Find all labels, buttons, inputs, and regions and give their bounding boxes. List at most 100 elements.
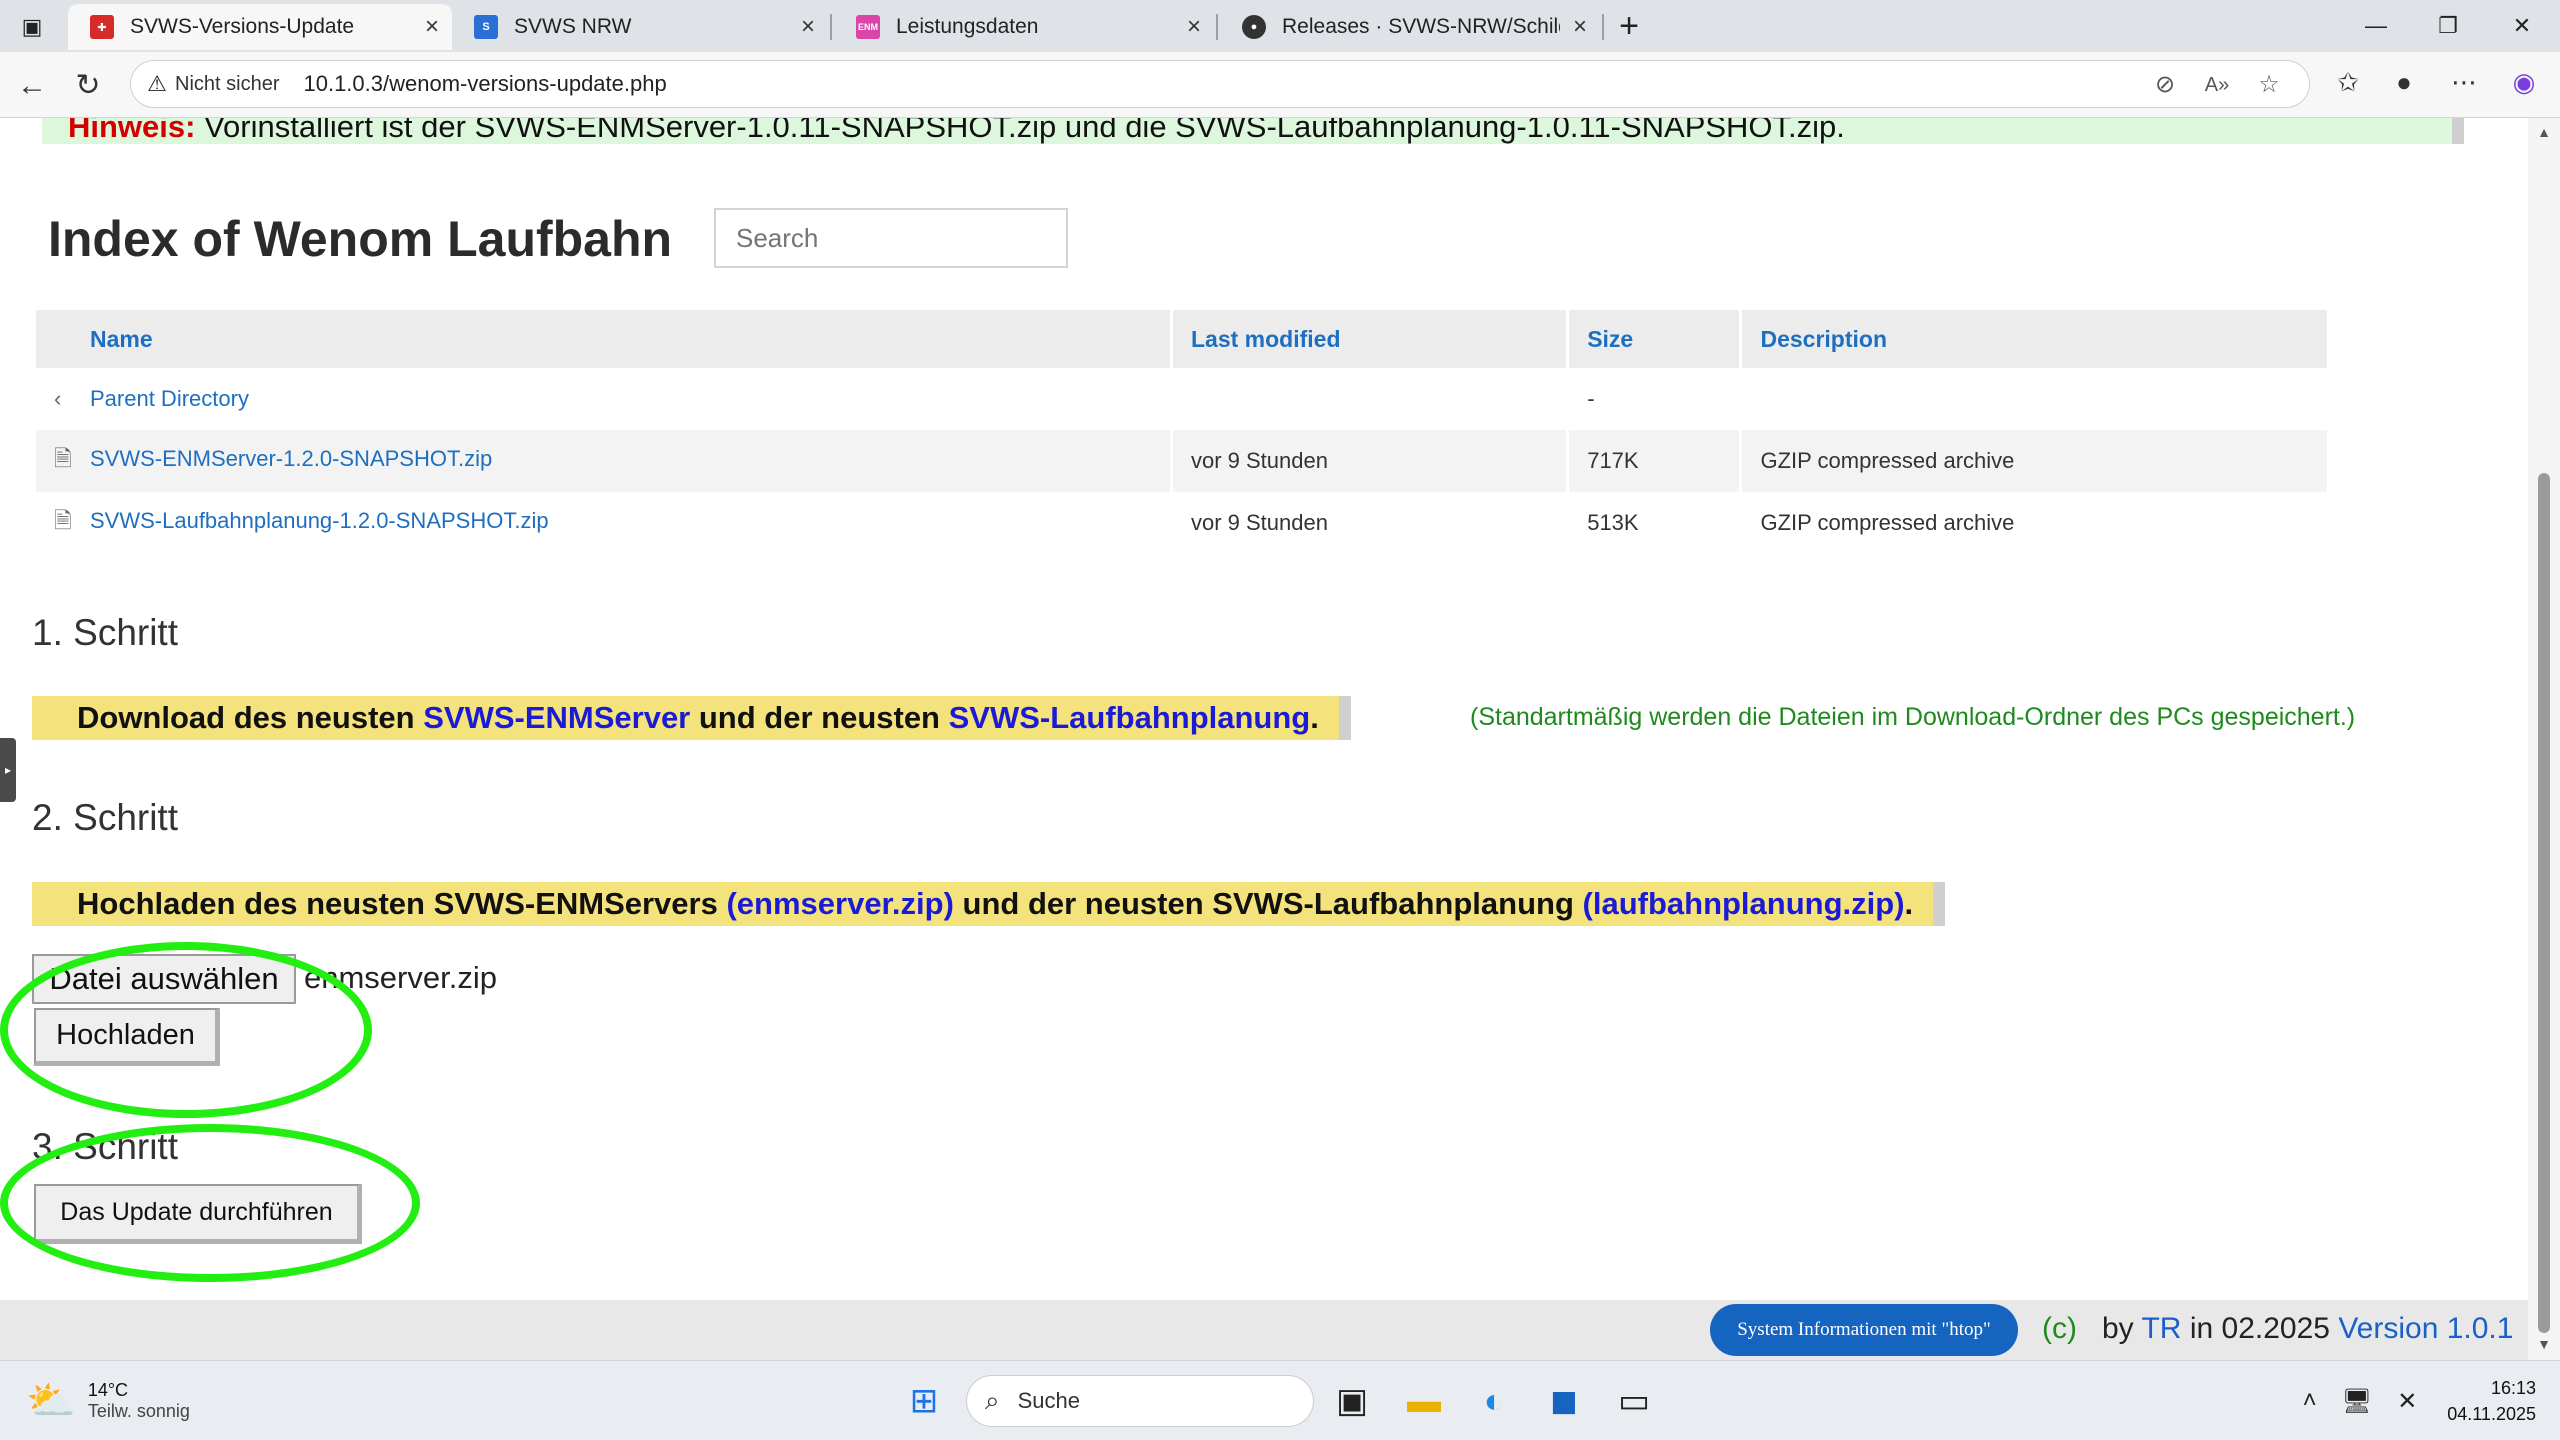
side-panel-toggle-icon[interactable]: ▸ [0, 738, 16, 802]
partly-sunny-icon: ⛅ [26, 1379, 76, 1423]
edge-browser-icon[interactable]: ◐ [1468, 1375, 1520, 1427]
svws-logo-icon: ✚ [90, 15, 114, 39]
tab-leistungsdaten[interactable]: ENM Leistungsdaten × [834, 4, 1214, 50]
microsoft-store-icon[interactable]: ◼ [1538, 1375, 1590, 1427]
show-hidden-icons-chevron-icon[interactable]: ˄ [2303, 1387, 2317, 1415]
github-icon: ● [1242, 15, 1266, 39]
taskbar-search[interactable]: ⌕ Suche [966, 1375, 1314, 1427]
table-row: 🗎 SVWS-Laufbahnplanung-1.2.0-SNAPSHOT.zip… [36, 492, 2330, 554]
terminal-icon[interactable]: ▭ [1608, 1375, 1660, 1427]
taskbar-clock[interactable]: 16:13 04.11.2025 [2436, 1375, 2536, 1427]
step2-text: Hochladen des neusten SVWS-ENMServers [77, 886, 727, 921]
laufbahnplanung-zip-link[interactable]: (laufbahnplanung.zip) [1583, 886, 1905, 921]
svws-web-icon: S [474, 15, 498, 39]
file-link[interactable]: SVWS-Laufbahnplanung-1.2.0-SNAPSHOT.zip [90, 508, 549, 533]
table-row: 🗎 SVWS-ENMServer-1.2.0-SNAPSHOT.zip vor 9… [36, 430, 2330, 492]
profile-avatar-icon[interactable]: ● [2380, 58, 2428, 106]
camera-off-icon[interactable]: ⊘ [2143, 61, 2187, 109]
tab-actions-icon[interactable]: ▣ [14, 10, 50, 44]
tab-separator [1602, 14, 1604, 40]
column-header-last-modified[interactable]: Last modified [1171, 310, 1570, 368]
network-icon[interactable]: 🖥 [2342, 1387, 2372, 1416]
back-icon[interactable]: ← [10, 64, 54, 108]
table-row-parent: ‹ Parent Directory - [36, 368, 2330, 430]
author-link[interactable]: TR [2141, 1312, 2181, 1345]
copyright-text: (c) by TR in 02.2025 Version 1.0.1 [2042, 1312, 2513, 1346]
file-link[interactable]: SVWS-ENMServer-1.2.0-SNAPSHOT.zip [90, 446, 492, 471]
read-aloud-icon[interactable]: A» [2195, 61, 2239, 109]
release-date: 02.2025 [2221, 1312, 2330, 1345]
weather-widget[interactable]: ⛅ 14°C Teilw. sonnig [26, 1377, 190, 1424]
copyright-symbol: (c) [2042, 1312, 2077, 1345]
search-icon: ⌕ [985, 1385, 1000, 1415]
file-icon: 🗎 [54, 446, 72, 471]
table-header-row: Name Last modified Size Description [36, 310, 2330, 368]
tab-separator [1216, 14, 1218, 40]
warning-icon: ⚠ [147, 71, 167, 96]
table-cell: vor 9 Stunden [1171, 492, 1570, 554]
url-text[interactable]: 10.1.0.3/wenom-versions-update.php [303, 71, 666, 97]
new-tab-button[interactable]: + [1608, 6, 1650, 46]
table-cell: GZIP compressed archive [1740, 430, 2330, 492]
htop-system-info-button[interactable]: System Informationen mit "htop" [1710, 1304, 2018, 1356]
chevron-left-icon: ‹ [54, 386, 62, 411]
favorites-icon[interactable]: ✩ [2324, 58, 2372, 106]
step1-text: . [1310, 700, 1319, 735]
clock-date: 04.11.2025 [2447, 1404, 2536, 1424]
scroll-up-icon[interactable]: ▲ [2528, 124, 2560, 140]
system-tray: ˄ 🖥 ✕ [2290, 1375, 2430, 1427]
annotation-circle-update [0, 1124, 420, 1282]
tab-svws-versions-update[interactable]: ✚ SVWS-Versions-Update × [68, 4, 452, 50]
tab-close-icon[interactable]: × [788, 13, 828, 41]
table-cell: 513K [1567, 492, 1743, 554]
column-header-name[interactable]: Name [36, 310, 1173, 368]
tab-title: Releases · SVWS-NRW/Schild3-Be [1282, 15, 1560, 38]
restore-icon[interactable]: ❐ [2418, 8, 2478, 44]
copilot-icon[interactable]: ◉ [2500, 58, 2548, 106]
in-label: in [2189, 1312, 2214, 1345]
enmserver-zip-link[interactable]: (enmserver.zip) [726, 886, 953, 921]
file-explorer-icon[interactable]: ▬ [1398, 1375, 1450, 1427]
column-header-description[interactable]: Description [1740, 310, 2330, 368]
tab-separator [830, 14, 832, 40]
step1-text: Download des neusten [77, 700, 424, 735]
minimize-icon[interactable]: — [2346, 8, 2406, 44]
scroll-down-icon[interactable]: ▼ [2528, 1336, 2560, 1352]
parent-directory-link[interactable]: Parent Directory [90, 386, 249, 411]
tab-close-icon[interactable]: × [1560, 13, 1600, 41]
step2-text: und der neusten SVWS-Laufbahnplanung [953, 886, 1583, 921]
file-index-table: Name Last modified Size Description ‹ Par… [36, 310, 2330, 554]
page-scrollbar[interactable]: ▲ ▼ [2528, 118, 2560, 1360]
search-input[interactable] [714, 208, 1068, 268]
tab-title: SVWS NRW [514, 15, 632, 38]
volume-muted-icon[interactable]: ✕ [2397, 1387, 2417, 1416]
tab-close-icon[interactable]: × [412, 13, 452, 41]
laufbahnplanung-download-link[interactable]: SVWS-Laufbahnplanung [949, 700, 1311, 735]
favorite-star-icon[interactable]: ☆ [2247, 61, 2291, 109]
page-footer: System Informationen mit "htop" (c) by T… [0, 1300, 2528, 1360]
windows-taskbar: ⛅ 14°C Teilw. sonnig ⊞ ⌕ Suche ▣ ▬ ◐ ◼ ▭… [0, 1360, 2560, 1440]
security-label[interactable]: Nicht sicher [175, 73, 279, 96]
column-header-size[interactable]: Size [1567, 310, 1743, 368]
table-cell: 717K [1567, 430, 1743, 492]
step1-instruction: Download des neusten SVWS-ENMServer und … [32, 696, 1351, 740]
weather-temperature: 14°C [87, 1379, 129, 1400]
tab-close-icon[interactable]: × [1174, 13, 1214, 41]
url-field[interactable]: ⚠ Nicht sicher 10.1.0.3/wenom-versions-u… [130, 60, 2310, 108]
close-icon[interactable]: ✕ [2492, 8, 2552, 44]
table-cell: vor 9 Stunden [1171, 430, 1570, 492]
tab-releases[interactable]: ● Releases · SVWS-NRW/Schild3-Be × [1220, 4, 1600, 50]
more-options-icon[interactable]: ⋯ [2440, 58, 2488, 106]
windows-start-icon[interactable]: ⊞ [898, 1375, 950, 1427]
table-cell: ‹ Parent Directory [36, 368, 1173, 430]
version-label: Version 1.0.1 [2338, 1312, 2514, 1345]
tab-svws-nrw[interactable]: S SVWS NRW × [452, 4, 828, 50]
enmserver-download-link[interactable]: SVWS-ENMServer [423, 700, 690, 735]
task-view-icon[interactable]: ▣ [1326, 1375, 1378, 1427]
scrollbar-thumb[interactable] [2538, 473, 2550, 1333]
step2-instruction: Hochladen des neusten SVWS-ENMServers (e… [32, 882, 1946, 926]
annotation-circle-upload [0, 942, 372, 1118]
reload-icon[interactable]: ↻ [66, 64, 110, 108]
page-content: Hinweis: Vorinstalliert ist der SVWS-ENM… [0, 118, 2528, 1360]
weather-description: Teilw. sonnig [87, 1400, 190, 1421]
